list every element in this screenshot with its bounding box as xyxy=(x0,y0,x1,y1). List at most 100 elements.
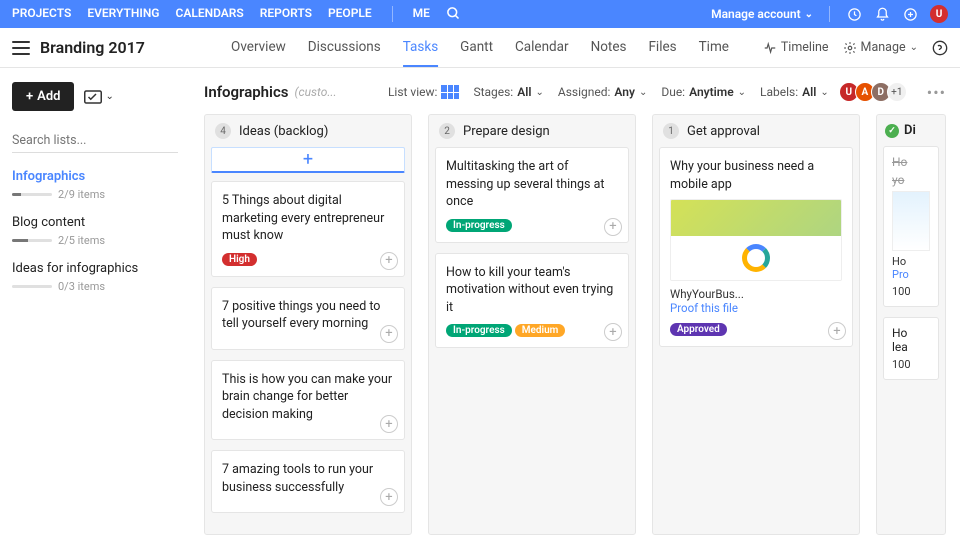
task-card[interactable]: Why your business need a mobile app WhyY… xyxy=(659,147,853,347)
sidebar-list-item[interactable]: Infographics 2/9 items xyxy=(12,169,178,201)
tab-discussions[interactable]: Discussions xyxy=(308,29,381,67)
column-header: 4 Ideas (backlog) xyxy=(205,115,411,147)
task-card[interactable]: How to kill your team's motivation witho… xyxy=(435,253,629,349)
card-title-strike: Ho xyxy=(892,155,930,169)
timeline-label: Timeline xyxy=(781,40,829,55)
column-header: ✓ Di xyxy=(877,115,945,146)
card-title-strike: yo xyxy=(892,173,930,187)
board: Infographics (custo... List view: Stages… xyxy=(190,68,960,549)
column-title: Di xyxy=(904,123,916,138)
tag-inprog: In-progress xyxy=(446,324,512,337)
column-count: 1 xyxy=(663,123,679,139)
card-add-icon[interactable]: + xyxy=(380,252,398,270)
add-circle-icon[interactable] xyxy=(902,6,918,22)
task-card[interactable]: Ho lea 100 xyxy=(883,317,939,380)
grid-view-icon xyxy=(441,85,459,99)
column-count: 2 xyxy=(439,123,455,139)
add-card-button[interactable]: + xyxy=(211,147,405,173)
manage-dropdown[interactable]: Manage ⌄ xyxy=(843,40,918,55)
search-lists-input[interactable] xyxy=(12,129,178,153)
nav-people[interactable]: PEOPLE xyxy=(328,6,372,22)
project-tabs: Overview Discussions Tasks Gantt Calenda… xyxy=(231,29,729,67)
nav-divider xyxy=(392,6,393,22)
card-title: Ho xyxy=(892,326,930,340)
list-progress-row: 0/3 items xyxy=(12,280,178,293)
card-title: 7 positive things you need to tell yours… xyxy=(222,298,394,333)
board-header: Infographics (custo... List view: Stages… xyxy=(196,82,954,114)
nav-me[interactable]: ME xyxy=(413,6,430,22)
nav-calendars[interactable]: CALENDARS xyxy=(175,6,243,22)
avatar-more[interactable]: +1 xyxy=(887,82,907,102)
card-percent: 100 xyxy=(892,358,930,371)
filter-labels[interactable]: Labels:All⌄ xyxy=(760,85,829,99)
proof-link[interactable]: Proof this file xyxy=(670,301,842,315)
nav-projects[interactable]: PROJECTS xyxy=(12,6,71,22)
card-title: This is how you can make your brain chan… xyxy=(222,371,394,424)
card-title: lea xyxy=(892,340,930,354)
add-button[interactable]: + Add xyxy=(12,82,74,111)
task-card[interactable]: Multitasking the art of messing up sever… xyxy=(435,147,629,243)
task-card[interactable]: This is how you can make your brain chan… xyxy=(211,360,405,441)
card-add-icon[interactable]: + xyxy=(828,322,846,340)
tab-gantt[interactable]: Gantt xyxy=(460,29,493,67)
labels-label: Labels: xyxy=(760,85,798,99)
assigned-label: Assigned: xyxy=(558,85,611,99)
progress-bar xyxy=(12,239,52,242)
filter-stages[interactable]: Stages:All⌄ xyxy=(473,85,543,99)
card-add-icon[interactable]: + xyxy=(604,323,622,341)
search-icon[interactable] xyxy=(446,6,461,22)
bell-icon[interactable] xyxy=(874,6,890,22)
board-column: 4 Ideas (backlog)+ 5 Things about digita… xyxy=(204,114,412,535)
avatar[interactable]: U xyxy=(930,5,948,23)
filter-assigned[interactable]: Assigned:Any⌄ xyxy=(558,85,647,99)
tab-notes[interactable]: Notes xyxy=(591,29,627,67)
list-progress-row: 2/5 items xyxy=(12,234,178,247)
clock-icon[interactable] xyxy=(846,6,862,22)
card-add-icon[interactable]: + xyxy=(380,415,398,433)
top-bar-right: Manage account ⌄ U xyxy=(711,5,948,23)
help-icon[interactable] xyxy=(932,40,948,56)
timeline-button[interactable]: Timeline xyxy=(763,40,829,55)
proof-link[interactable]: Pro xyxy=(892,268,930,281)
sidebar-list-item[interactable]: Ideas for infographics 0/3 items xyxy=(12,261,178,293)
card-add-icon[interactable]: + xyxy=(380,488,398,506)
task-card[interactable]: 5 Things about digital marketing every e… xyxy=(211,181,405,277)
filter-due[interactable]: Due:Anytime⌄ xyxy=(661,85,746,99)
hamburger-icon[interactable] xyxy=(12,41,30,55)
column-header: 2 Prepare design xyxy=(429,115,635,147)
card-add-icon[interactable]: + xyxy=(380,325,398,343)
tab-files[interactable]: Files xyxy=(648,29,676,67)
nav-everything[interactable]: EVERYTHING xyxy=(87,6,159,22)
stages-label: Stages: xyxy=(473,85,513,99)
project-bar: Branding 2017 Overview Discussions Tasks… xyxy=(0,28,960,68)
avatar-row: UAD+1 xyxy=(843,82,907,102)
check-circle-icon: ✓ xyxy=(885,124,899,138)
tab-calendar[interactable]: Calendar xyxy=(515,29,569,67)
board-column: 2 Prepare design Multitasking the art of… xyxy=(428,114,636,535)
tab-tasks[interactable]: Tasks xyxy=(403,29,438,67)
more-icon[interactable]: ••• xyxy=(927,83,946,102)
nav-reports[interactable]: REPORTS xyxy=(260,6,312,22)
task-card[interactable]: Ho yo Ho Pro 100 xyxy=(883,146,939,307)
column-header: 1 Get approval xyxy=(653,115,859,147)
labels-value: All xyxy=(802,85,816,99)
manage-account-dropdown[interactable]: Manage account ⌄ xyxy=(711,7,813,21)
activity-icon xyxy=(763,41,777,55)
checkmark-dropdown[interactable]: ⌄ xyxy=(84,90,113,104)
list-view-toggle[interactable]: List view: xyxy=(388,85,460,99)
task-card[interactable]: 7 amazing tools to run your business suc… xyxy=(211,450,405,513)
nav-divider xyxy=(829,6,830,22)
tag-approved: Approved xyxy=(670,323,727,336)
card-add-icon[interactable]: + xyxy=(604,218,622,236)
card-title: 7 amazing tools to run your business suc… xyxy=(222,461,394,496)
tab-overview[interactable]: Overview xyxy=(231,29,286,67)
task-card[interactable]: 7 positive things you need to tell yours… xyxy=(211,287,405,350)
add-label: Add xyxy=(37,89,60,104)
card-title: 5 Things about digital marketing every e… xyxy=(222,192,394,245)
sidebar-list-item[interactable]: Blog content 2/5 items xyxy=(12,215,178,247)
list-view-label: List view: xyxy=(388,85,438,99)
card-percent: 100 xyxy=(892,285,930,298)
card-title: How to kill your team's motivation witho… xyxy=(446,264,618,317)
gear-icon xyxy=(843,41,857,55)
tab-time[interactable]: Time xyxy=(699,29,729,67)
